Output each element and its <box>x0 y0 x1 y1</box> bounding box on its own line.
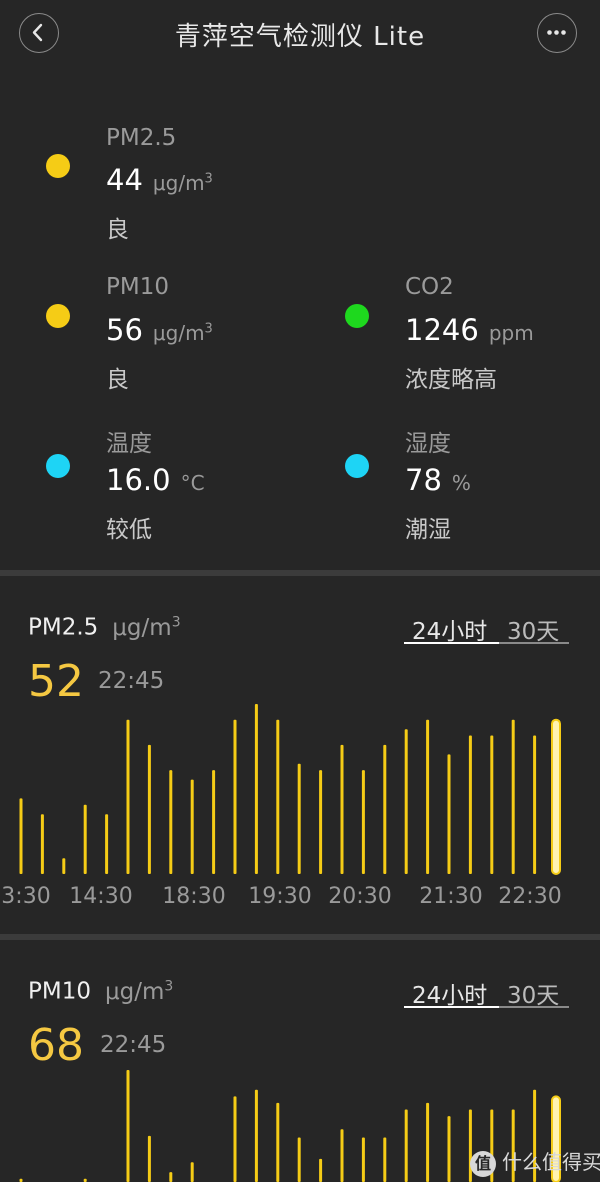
chart-bar[interactable] <box>383 744 387 874</box>
chart-bar[interactable] <box>212 770 216 874</box>
chart-bar[interactable] <box>233 1096 237 1182</box>
chart-bar[interactable] <box>447 1116 451 1182</box>
chart-bar[interactable] <box>126 719 130 874</box>
chart-bar[interactable] <box>254 704 258 874</box>
chart-bar[interactable] <box>190 1162 194 1182</box>
chart-bar[interactable] <box>361 770 365 874</box>
watermark: 值什么值得买 <box>470 1146 600 1177</box>
metric-unit: ppm <box>488 321 534 345</box>
status-dot <box>46 304 70 328</box>
metric-unit: μg/m3 <box>153 171 213 195</box>
chart-bar[interactable] <box>83 804 87 874</box>
chart-bar[interactable] <box>426 1102 430 1182</box>
x-tick-label: 20:30 <box>328 884 391 909</box>
metric-humidity[interactable]: 湿度 78% 潮湿 <box>300 370 600 543</box>
x-tick-label: 21:30 <box>419 884 482 909</box>
chart-bar[interactable] <box>447 754 451 874</box>
unit-sup: 3 <box>204 321 213 337</box>
metric-value: 16.0 <box>106 463 171 497</box>
chart-bar[interactable] <box>340 1129 344 1182</box>
metric-value-row: 56 μg/m3 <box>106 313 213 347</box>
chart-bar[interactable] <box>297 1137 301 1182</box>
chart-bar[interactable] <box>147 1135 151 1182</box>
metric-unit: μg/m3 <box>153 321 213 345</box>
metric-value-row: 78% <box>405 463 471 497</box>
metric-pm10[interactable]: PM10 56 μg/m3 良 <box>0 220 300 393</box>
pm25-chart-panel: PM2.5 μg/m3 24小时 30天 52 22:45 3:30 14:30 18… <box>0 576 600 934</box>
chart-bar[interactable] <box>40 814 44 874</box>
metric-value: 1246 <box>405 313 479 347</box>
chart-bar[interactable] <box>190 779 194 874</box>
metric-status: 较低 <box>106 517 152 543</box>
metric-unit: % <box>451 471 471 495</box>
metric-pm25[interactable]: PM2.5 44 μg/m3 良 <box>0 70 300 243</box>
more-button[interactable] <box>537 13 577 53</box>
x-tick-label: 19:30 <box>248 884 311 909</box>
chart-bar[interactable] <box>169 770 173 874</box>
chart-bar[interactable] <box>276 1102 280 1182</box>
chart-bar[interactable] <box>297 763 301 874</box>
status-dot <box>345 304 369 328</box>
unit-text: μg/m <box>152 171 205 195</box>
chart-bar[interactable] <box>383 1137 387 1182</box>
x-tick-label: 3:30 <box>1 884 50 909</box>
chart-bar[interactable] <box>233 719 237 874</box>
chart-bar[interactable] <box>105 814 109 874</box>
metric-value-row: 44 μg/m3 <box>106 163 213 197</box>
chart-bar[interactable] <box>533 735 537 875</box>
metric-value: 44 <box>106 163 143 197</box>
chart-bar[interactable] <box>62 858 66 874</box>
chart-bar[interactable] <box>490 735 494 875</box>
metric-label: PM2.5 <box>106 125 177 151</box>
watermark-text: 什么值得买 <box>502 1150 600 1174</box>
chart-bar[interactable] <box>147 744 151 874</box>
page-title: 青萍空气检测仪 Lite <box>174 22 426 52</box>
metric-value: 56 <box>106 313 143 347</box>
chart-bar[interactable] <box>426 719 430 874</box>
chart-bar[interactable] <box>319 1158 323 1182</box>
chart-bar[interactable] <box>19 798 23 874</box>
unit-sup: 3 <box>204 171 213 187</box>
metrics-grid: PM2.5 44 μg/m3 良 PM10 56 μg/m3 良 CO2 1246 p… <box>0 70 600 570</box>
metric-value-row: 16.0 °C <box>106 463 205 497</box>
x-tick-label: 22:30 <box>498 884 561 909</box>
metric-unit: °C <box>180 471 205 495</box>
status-dot <box>345 454 369 478</box>
metric-co2[interactable]: CO2 1246 ppm 浓度略高 <box>300 220 600 393</box>
metric-label: 温度 <box>106 431 152 457</box>
chart-bar[interactable] <box>340 744 344 874</box>
chart-bar[interactable] <box>254 1089 258 1182</box>
status-dot <box>46 454 70 478</box>
metric-value: 78 <box>405 463 442 497</box>
metric-temperature[interactable]: 温度 16.0 °C 较低 <box>0 370 300 543</box>
metric-status: 潮湿 <box>405 517 451 543</box>
chart-bar[interactable] <box>468 735 472 875</box>
metric-value-row: 1246 ppm <box>405 313 534 347</box>
metric-label: CO2 <box>405 274 454 300</box>
pm25-bar-chart[interactable]: 3:30 14:30 18:30 19:30 20:30 21:30 22:30 <box>0 576 600 934</box>
chart-bar[interactable] <box>404 729 408 874</box>
unit-text: μg/m <box>152 321 205 345</box>
x-tick-label: 14:30 <box>69 884 132 909</box>
metric-label: PM10 <box>106 274 169 300</box>
chart-bar[interactable] <box>511 719 515 874</box>
chart-bar[interactable] <box>126 1070 130 1182</box>
chart-bar[interactable] <box>404 1109 408 1182</box>
app-header: 青萍空气检测仪 Lite <box>0 0 600 70</box>
chart-bar[interactable] <box>361 1137 365 1182</box>
chart-bar[interactable] <box>169 1172 173 1182</box>
metric-label: 湿度 <box>405 431 451 457</box>
chart-bar[interactable] <box>319 770 323 874</box>
selected-bar[interactable] <box>551 718 561 875</box>
x-tick-label: 18:30 <box>162 884 225 909</box>
chart-bar[interactable] <box>276 719 280 874</box>
status-dot <box>46 154 70 178</box>
watermark-icon: 值 <box>470 1150 496 1177</box>
more-dots-icon <box>547 30 566 35</box>
